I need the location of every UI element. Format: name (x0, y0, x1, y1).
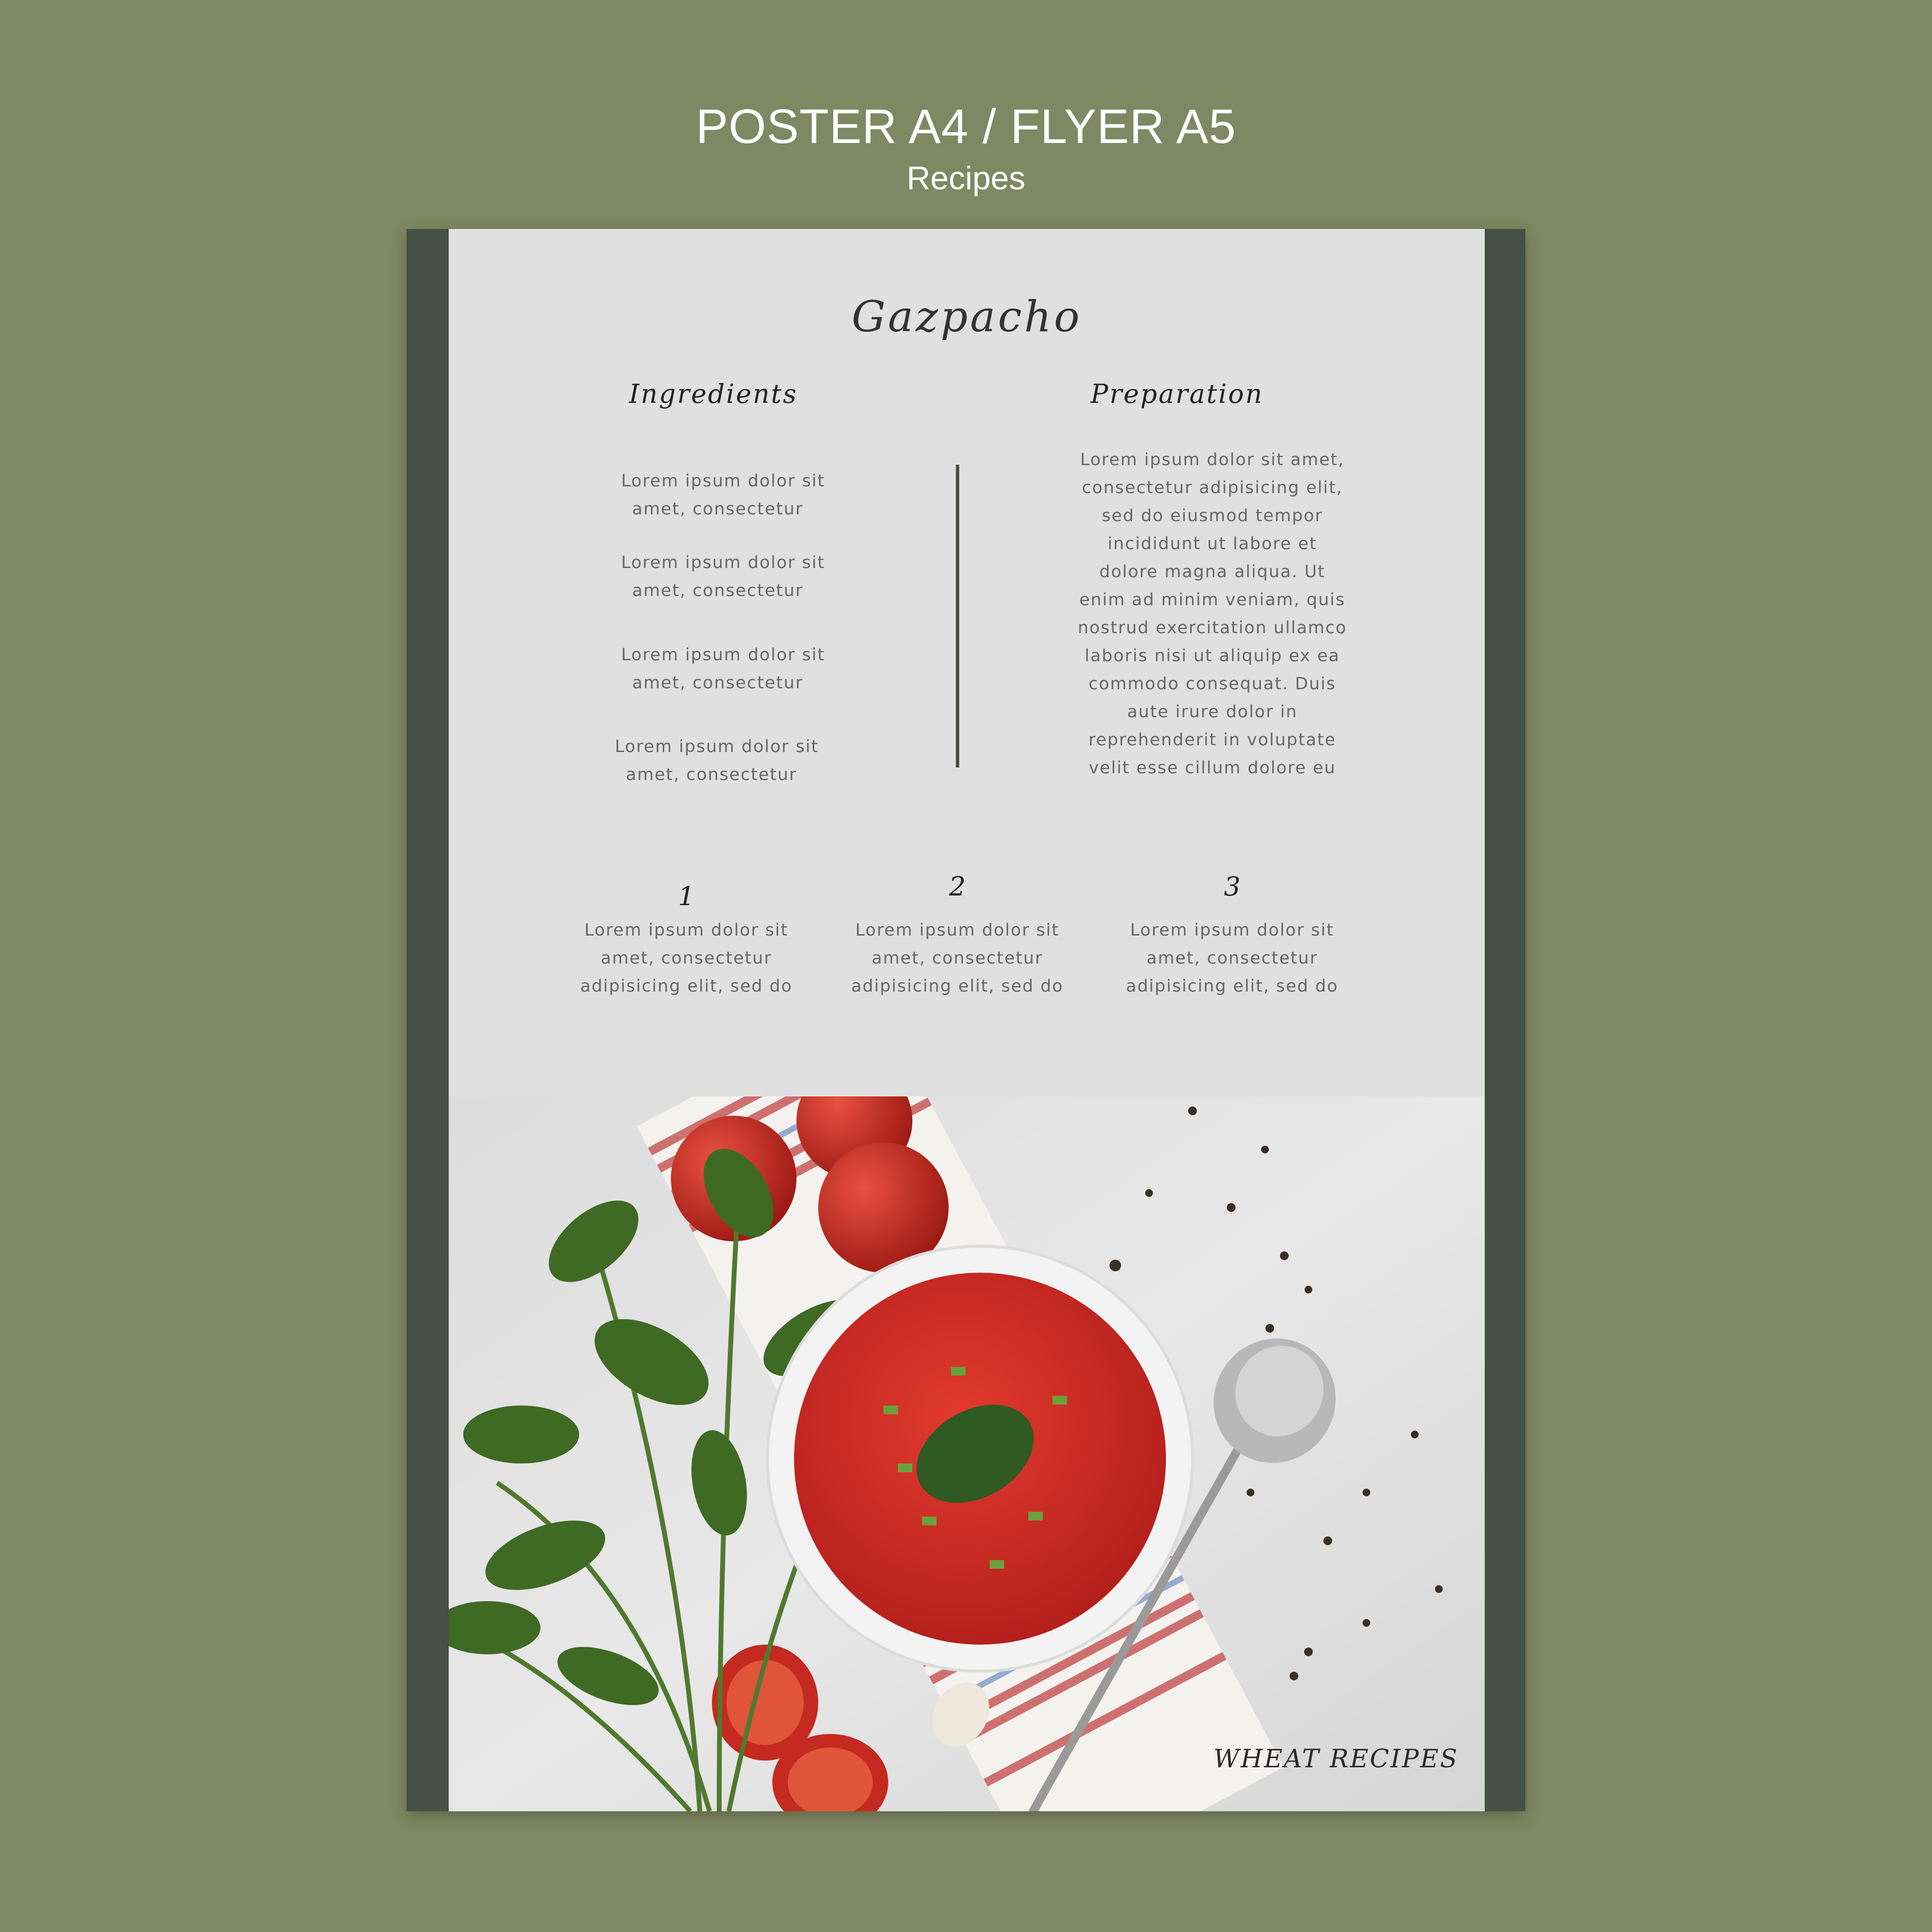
step-number: 2 (949, 871, 966, 902)
step-line: Lorem ipsum dolor sit (584, 921, 789, 940)
step-text: Lorem ipsum dolor sit amet, consectetur ad… (1111, 916, 1353, 1000)
preparation-line: enim ad minim veniam, quis (1079, 590, 1346, 610)
step-text: Lorem ipsum dolor sit amet, consectetur ad… (837, 916, 1078, 1000)
ingredient-item: Lorem ipsum dolor sit amet, consectetur (621, 467, 825, 523)
gazpacho-photo (449, 1096, 1485, 1811)
mockup-subtitle: Recipes (907, 160, 1025, 197)
step-line: adipisicing elit, sed do (580, 977, 793, 996)
ingredient-line: amet, consectetur (632, 499, 804, 519)
ingredient-line: Lorem ipsum dolor sit (615, 737, 819, 756)
step-line: amet, consectetur (871, 949, 1043, 968)
preparation-line: nostrud exercitation ullamco (1078, 618, 1347, 638)
soup-bowl (766, 1245, 1194, 1673)
ingredient-line: Lorem ipsum dolor sit (621, 471, 825, 491)
preparation-line: Lorem ipsum dolor sit amet, (1080, 450, 1345, 469)
poster-page: Gazpacho Ingredients Preparation Lorem i… (449, 229, 1485, 1811)
ingredient-line: Lorem ipsum dolor sit (621, 553, 825, 572)
preparation-line: commodo consequat. Duis (1088, 674, 1336, 694)
poster: Gazpacho Ingredients Preparation Lorem i… (407, 229, 1525, 1811)
ingredient-item: Lorem ipsum dolor sit amet, consectetur (621, 641, 825, 697)
ingredient-line: amet, consectetur (632, 673, 804, 693)
preparation-line: incididunt ut labore et (1108, 534, 1317, 554)
step-number: 3 (1223, 871, 1241, 902)
step-number: 1 (678, 881, 695, 911)
preparation-heading: Preparation (1090, 379, 1264, 409)
recipe-title: Gazpacho (852, 292, 1082, 341)
step-line: amet, consectetur (1146, 949, 1318, 968)
mockup-title: POSTER A4 / FLYER A5 (696, 99, 1236, 154)
preparation-line: laboris nisi ut aliquip ex ea (1084, 646, 1340, 666)
step-line: Lorem ipsum dolor sit (855, 921, 1060, 940)
preparation-text: Lorem ipsum dolor sit amet, consectetur a… (1019, 446, 1406, 782)
column-divider (956, 465, 959, 767)
preparation-line: reprehenderit in voluptate (1088, 730, 1336, 750)
preparation-line: sed do eiusmod tempor (1102, 506, 1323, 526)
step-line: adipisicing elit, sed do (851, 977, 1064, 996)
preparation-line: dolore magna aliqua. Ut (1099, 562, 1325, 582)
preparation-line: consectetur adipisicing elit, (1081, 478, 1343, 497)
step-line: adipisicing elit, sed do (1126, 977, 1338, 996)
ingredients-heading: Ingredients (629, 379, 798, 409)
ingredient-line: Lorem ipsum dolor sit (621, 645, 825, 665)
ingredient-item: Lorem ipsum dolor sit amet, consectetur (621, 549, 825, 605)
step-text: Lorem ipsum dolor sit amet, consectetur ad… (566, 916, 807, 1000)
ingredient-item: Lorem ipsum dolor sit amet, consectetur (615, 733, 819, 789)
step-line: Lorem ipsum dolor sit (1130, 921, 1335, 940)
step-line: amet, consectetur (600, 949, 772, 968)
brand-name: WHEAT RECIPES (1213, 1745, 1459, 1774)
ingredient-line: amet, consectetur (625, 765, 797, 784)
preparation-line: velit esse cillum dolore eu (1089, 758, 1336, 778)
ingredient-line: amet, consectetur (632, 581, 804, 600)
preparation-line: aute irure dolor in (1127, 702, 1298, 722)
